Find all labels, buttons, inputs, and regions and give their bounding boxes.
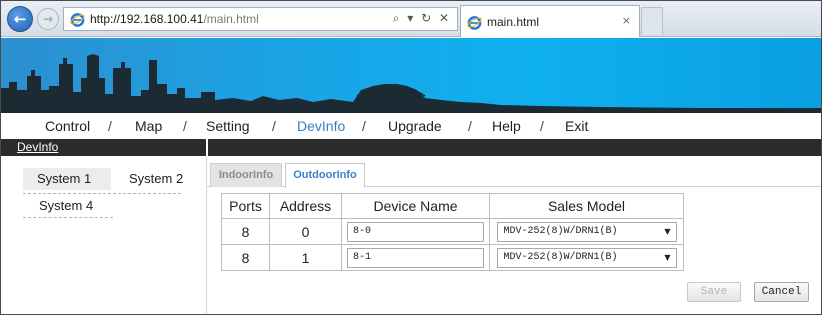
divider: [23, 217, 113, 218]
forward-arrow-icon[interactable]: →: [37, 8, 59, 30]
sidebar-item-system-4[interactable]: System 4: [39, 198, 93, 213]
dropdown-arrow-icon: ▼: [664, 252, 671, 262]
main-menu: Control / Map / Setting / DevInfo / Upgr…: [1, 113, 821, 139]
divider: [23, 193, 181, 194]
menu-item-devinfo[interactable]: DevInfo: [297, 118, 345, 134]
breadcrumb-bar: DevInfo: [1, 139, 821, 156]
ports-cell: 8: [221, 244, 270, 271]
device-info-panel: IndoorInfo OutdoorInfo Ports Address Dev…: [207, 156, 821, 314]
close-icon[interactable]: ×: [622, 14, 631, 27]
address-controls[interactable]: ⌕ ▾ ↻ ✕: [393, 11, 451, 26]
url-path: /main.html: [203, 12, 259, 26]
sales-model-cell: MDV-252(8)W/DRN1(B) ▼: [489, 218, 684, 245]
menu-separator: /: [183, 118, 187, 134]
column-header-sales-model: Sales Model: [489, 193, 684, 219]
tab-title: main.html: [487, 15, 540, 29]
address-bar[interactable]: http://192.168.100.41/main.html ⌕ ▾ ↻ ✕: [63, 7, 458, 31]
divider: [206, 139, 208, 156]
city-skyline-image: [1, 54, 821, 113]
table-row: 8 0 8-0 MDV-252(8)W/DRN1(B) ▼: [221, 218, 684, 245]
device-name-cell: 8-1: [341, 244, 490, 271]
ie-logo-icon: [70, 13, 85, 27]
address-cell: 0: [269, 218, 342, 245]
ie-logo-icon: [467, 16, 482, 30]
save-button[interactable]: Save: [687, 282, 741, 302]
sidebar-item-system-1[interactable]: System 1: [23, 168, 111, 190]
browser-tab[interactable]: main.html ×: [460, 5, 640, 37]
menu-item-control[interactable]: Control: [45, 118, 90, 134]
device-name-cell: 8-0: [341, 218, 490, 245]
menu-item-help[interactable]: Help: [492, 118, 521, 134]
device-name-field[interactable]: 8-0: [347, 221, 484, 242]
tab-outdoorinfo[interactable]: OutdoorInfo: [285, 163, 365, 188]
menu-separator: /: [468, 118, 472, 134]
address-cell: 1: [269, 244, 342, 271]
menu-item-exit[interactable]: Exit: [565, 118, 588, 134]
column-header-ports: Ports: [221, 193, 270, 219]
ports-cell: 8: [221, 218, 270, 245]
menu-separator: /: [272, 118, 276, 134]
sales-model-value: MDV-252(8)W/DRN1(B): [503, 225, 618, 237]
header-banner: [1, 38, 821, 113]
device-name-field[interactable]: 8-1: [347, 247, 484, 268]
sales-model-select[interactable]: MDV-252(8)W/DRN1(B) ▼: [496, 247, 677, 268]
browser-window: ← → http://192.168.100.41/main.html ⌕ ▾ …: [0, 0, 822, 315]
back-arrow-icon[interactable]: ←: [7, 6, 33, 32]
sales-model-cell: MDV-252(8)W/DRN1(B) ▼: [489, 244, 684, 271]
outdoor-device-table: Ports Address Device Name Sales Model 8 …: [221, 193, 684, 271]
menu-separator: /: [362, 118, 366, 134]
url-host: http://192.168.100.41: [90, 12, 204, 26]
menu-separator: /: [108, 118, 112, 134]
sales-model-select[interactable]: MDV-252(8)W/DRN1(B) ▼: [496, 221, 677, 242]
table-row: 8 1 8-1 MDV-252(8)W/DRN1(B) ▼: [221, 244, 684, 271]
system-sidebar: System 1 System 2 System 4: [1, 156, 206, 314]
menu-separator: /: [540, 118, 544, 134]
table-header-row: Ports Address Device Name Sales Model: [221, 193, 684, 219]
tab-bar: IndoorInfo OutdoorInfo: [207, 161, 821, 188]
browser-toolbar: ← → http://192.168.100.41/main.html ⌕ ▾ …: [1, 1, 821, 37]
tab-indoorinfo[interactable]: IndoorInfo: [210, 163, 282, 187]
sidebar-item-system-2[interactable]: System 2: [129, 171, 183, 186]
menu-item-map[interactable]: Map: [135, 118, 162, 134]
column-header-address: Address: [269, 193, 342, 219]
menu-item-setting[interactable]: Setting: [206, 118, 250, 134]
url-text: http://192.168.100.41/main.html: [90, 12, 259, 26]
new-tab-button[interactable]: [641, 7, 663, 35]
breadcrumb[interactable]: DevInfo: [17, 140, 58, 154]
cancel-button[interactable]: Cancel: [754, 282, 809, 302]
menu-item-upgrade[interactable]: Upgrade: [388, 118, 442, 134]
column-header-device-name: Device Name: [341, 193, 490, 219]
dropdown-arrow-icon: ▼: [664, 226, 671, 236]
sales-model-value: MDV-252(8)W/DRN1(B): [503, 251, 618, 263]
